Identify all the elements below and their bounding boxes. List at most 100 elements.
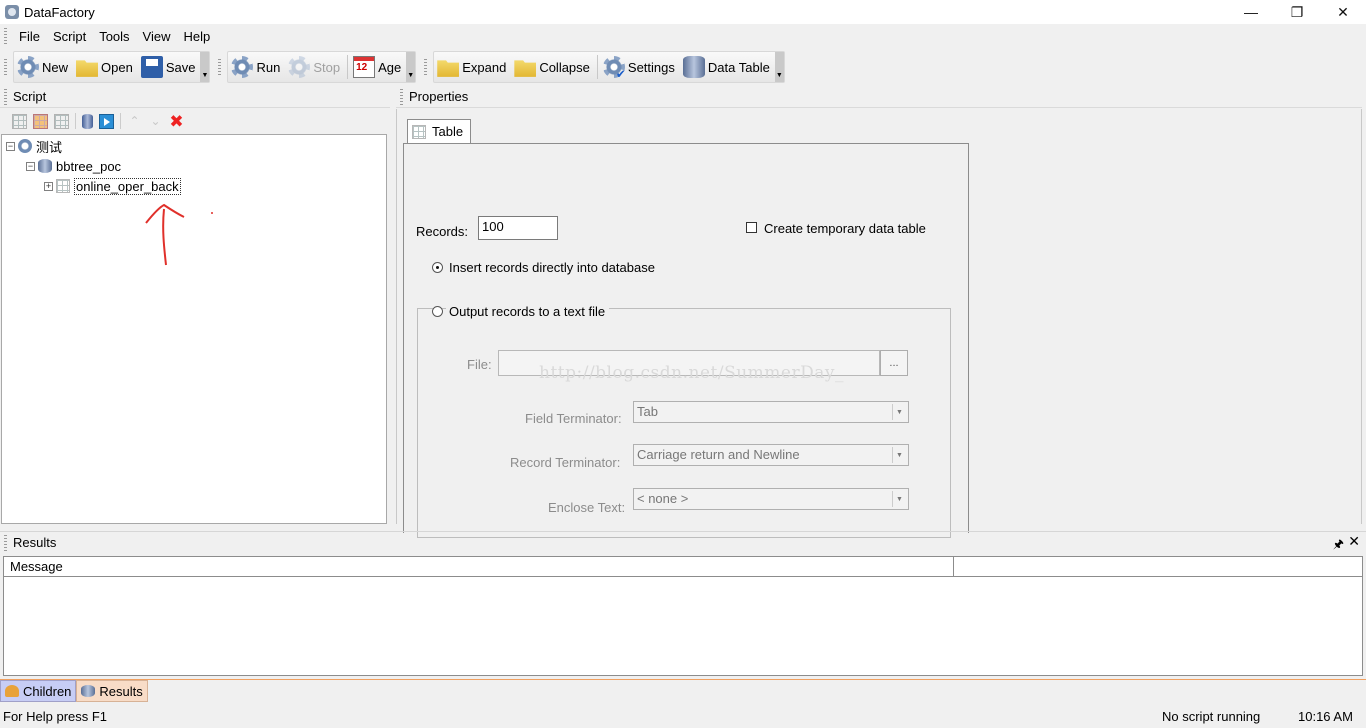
stop-button[interactable]: Stop <box>285 52 345 82</box>
collapse-root-icon[interactable]: − <box>6 141 15 151</box>
tab-table[interactable]: Table <box>407 119 471 143</box>
settings-button[interactable]: Settings <box>600 52 680 82</box>
temp-table-label: Create temporary data table <box>764 221 926 236</box>
tree-node-table[interactable]: + online_oper_back <box>44 177 181 195</box>
menu-help[interactable]: Help <box>178 29 218 44</box>
properties-panel-header: Properties <box>396 86 1362 108</box>
tab-children[interactable]: Children <box>0 680 77 702</box>
table-tab-page: Records: 100 Create temporary data table… <box>403 143 969 538</box>
tab-results[interactable]: Results <box>76 680 148 702</box>
insert-into-database-label: Insert records directly into database <box>449 260 655 275</box>
temp-table-checkbox[interactable] <box>746 222 757 233</box>
window-controls: — ❐ ✕ <box>1228 0 1366 24</box>
pin-icon[interactable]: 🖈 <box>1333 535 1344 556</box>
output-to-file-radio[interactable] <box>432 306 443 317</box>
collapse-label: Collapse <box>539 59 590 75</box>
expand-folder-icon <box>437 60 460 77</box>
records-input[interactable]: 100 <box>478 216 558 240</box>
enclose-text-value: < none > <box>637 491 689 506</box>
script-panel-title: Script <box>13 89 47 104</box>
panel-grip <box>4 534 7 551</box>
app-icon <box>5 5 19 19</box>
open-button[interactable]: Open <box>73 52 138 82</box>
toolbar-separator <box>347 55 349 79</box>
column-empty[interactable] <box>954 557 1362 576</box>
toolbar-grip-2 <box>218 59 222 75</box>
calendar-icon <box>353 56 376 78</box>
new-button[interactable]: New <box>14 52 73 82</box>
database-node-icon <box>38 159 52 173</box>
field-terminator-select[interactable]: Tab ▼ <box>633 401 909 423</box>
status-time-text: 10:16 AM <box>1298 709 1353 724</box>
open-label: Open <box>101 59 133 75</box>
column-message[interactable]: Message <box>4 557 954 576</box>
properties-body: Table Records: 100 Create temporary data… <box>396 109 1362 538</box>
toolbar-run-group: Run Stop Age ▼ <box>227 51 417 83</box>
move-down-icon[interactable]: ⌄ <box>148 114 163 129</box>
tree-table-label: online_oper_back <box>74 177 181 195</box>
restore-button[interactable]: ❐ <box>1274 0 1320 24</box>
panel-grip <box>4 88 7 105</box>
stop-label: Stop <box>313 59 341 75</box>
tab-results-label: Results <box>99 683 143 699</box>
table-orange-icon[interactable] <box>33 113 48 129</box>
delete-icon[interactable]: ✖ <box>169 113 184 130</box>
close-window-button[interactable]: ✕ <box>1320 0 1366 24</box>
table-columns-icon[interactable] <box>54 113 69 129</box>
new-gear-icon <box>17 56 39 78</box>
expand-button[interactable]: Expand <box>434 52 511 82</box>
status-bar: For Help press F1 No script running 10:1… <box>0 705 1366 728</box>
stop-gear-icon <box>288 56 311 78</box>
run-button[interactable]: Run <box>228 52 285 82</box>
chevron-down-icon: ▼ <box>892 404 906 420</box>
browse-button[interactable]: ... <box>880 350 908 376</box>
data-table-button[interactable]: Data Table <box>680 52 775 82</box>
table-tab-icon <box>412 124 426 139</box>
run-script-icon[interactable] <box>99 113 114 129</box>
collapse-database-icon[interactable]: − <box>26 161 35 171</box>
menu-script[interactable]: Script <box>47 29 93 44</box>
expand-table-icon[interactable]: + <box>44 181 53 191</box>
script-tree: − 测试 − bbtree_poc + online_oper_back <box>1 134 387 524</box>
output-to-file-label: Output records to a text file <box>446 304 610 319</box>
tab-children-label: Children <box>23 683 72 699</box>
menu-tools[interactable]: Tools <box>93 29 136 44</box>
main-toolbar: New Open Save ▼ Run Stop Age ▼ <box>0 50 789 84</box>
close-results-icon[interactable]: ✕ <box>1348 533 1360 550</box>
script-panel-header: Script <box>0 86 390 108</box>
database-small-icon[interactable] <box>82 113 93 129</box>
collapse-button[interactable]: Collapse <box>511 52 595 82</box>
save-label: Save <box>165 59 196 75</box>
move-up-icon[interactable]: ⌃ <box>127 114 142 129</box>
menu-view[interactable]: View <box>137 29 178 44</box>
title-bar: DataFactory — ❐ ✕ <box>0 0 1366 24</box>
tree-node-database[interactable]: − bbtree_poc <box>26 157 121 175</box>
age-button[interactable]: Age <box>350 52 406 82</box>
table-node-icon <box>56 179 70 193</box>
file-label: File: <box>467 357 492 372</box>
settings-gear-icon <box>602 56 626 81</box>
toolbar-overflow-chevron-icon[interactable]: ▼ <box>406 52 416 82</box>
results-panel-title: Results <box>13 535 57 550</box>
script-toolbar-separator <box>75 113 76 129</box>
enclose-text-select[interactable]: < none > ▼ <box>633 488 909 510</box>
minimize-button[interactable]: — <box>1228 0 1274 24</box>
toolbar-file-group: New Open Save ▼ <box>13 51 211 83</box>
record-terminator-label: Record Terminator: <box>510 455 621 470</box>
toolbar-overflow-chevron-icon[interactable]: ▼ <box>200 52 210 82</box>
run-label: Run <box>256 59 281 75</box>
menu-bar: File Script Tools View Help <box>0 24 1366 48</box>
menu-file[interactable]: File <box>13 29 47 44</box>
tree-node-root[interactable]: − 测试 <box>6 137 62 155</box>
add-table-icon[interactable] <box>12 113 27 129</box>
insert-into-database-radio[interactable] <box>432 262 443 273</box>
data-table-label: Data Table <box>707 59 770 75</box>
status-help-text: For Help press F1 <box>3 709 108 724</box>
collapse-folder-icon <box>514 60 537 77</box>
save-button[interactable]: Save <box>138 52 201 82</box>
record-terminator-select[interactable]: Carriage return and Newline ▼ <box>633 444 909 466</box>
toolbar-overflow-chevron-icon[interactable]: ▼ <box>774 52 784 82</box>
field-terminator-label: Field Terminator: <box>525 411 622 426</box>
enclose-text-label: Enclose Text: <box>548 500 626 515</box>
open-folder-icon <box>76 60 99 77</box>
